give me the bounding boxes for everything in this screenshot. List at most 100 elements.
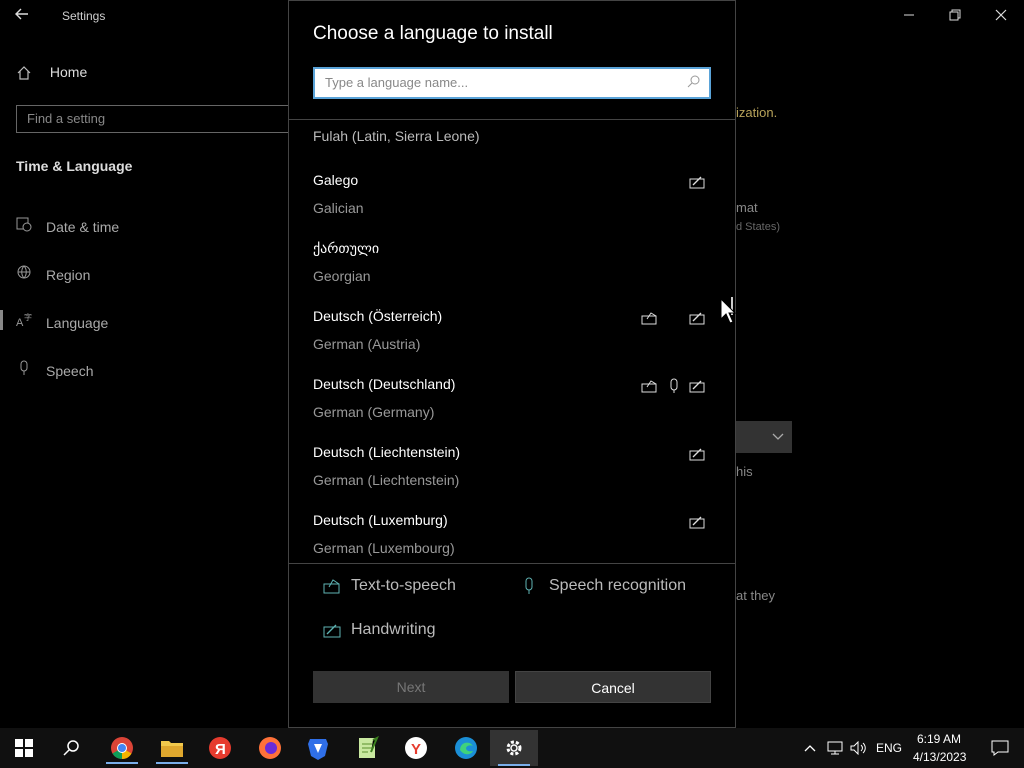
nav-item-label: Language [46,315,109,331]
mouse-cursor-icon [720,297,737,324]
language-native-name: Deutsch (Österreich) [313,308,443,324]
handwriting-icon [689,514,707,532]
clock-time[interactable]: 6:19 AM [917,732,961,746]
action-center-button[interactable] [976,732,1024,764]
list-item[interactable]: Deutsch (Österreich) German (Austria) [313,308,713,376]
volume-button[interactable] [846,732,872,764]
chevron-down-icon [772,433,784,440]
list-item[interactable]: Galego Galician [313,172,713,240]
yandex-browser-icon: Я [209,737,231,759]
language-english-name: German (Germany) [313,404,435,420]
network-button[interactable] [822,732,848,764]
handwriting-icon [689,446,707,464]
nav-item-language[interactable]: A字 Language [16,312,108,331]
taskbar: Я Y ENG 6:19 AM 4/13/2023 [0,728,1024,768]
handwriting-icon [689,310,707,328]
language-english-name: German (Liechtenstein) [313,472,460,488]
show-hidden-icons-button[interactable] [796,732,824,764]
nav-selection-indicator [0,310,3,330]
taskbar-file-explorer[interactable] [148,732,196,764]
language-native-name: ქართული [313,240,380,256]
speech-recognition-icon [521,577,541,595]
search-icon [63,740,79,756]
text-to-speech-icon [641,310,659,328]
handwriting-icon [323,621,343,639]
chrome-icon [111,737,133,759]
nav-item-label: Date & time [46,219,120,235]
input-language-indicator[interactable]: ENG [876,741,902,755]
start-button[interactable] [0,732,48,764]
calendar-clock-icon [16,216,34,235]
svg-text:字: 字 [24,312,32,322]
legend-text-to-speech: Text-to-speech [323,577,456,595]
close-button[interactable] [986,4,1016,28]
taskbar-firefox[interactable] [246,732,294,764]
list-item[interactable]: Deutsch (Deutschland) German (Germany) [313,376,713,444]
restore-button[interactable] [940,4,970,28]
language-native-name: Deutsch (Deutschland) [313,376,456,392]
next-button[interactable]: Next [313,671,509,703]
settings-search-input[interactable]: Find a setting [16,105,298,133]
taskbar-yandex[interactable]: Y [392,732,440,764]
language-search-input[interactable] [315,69,665,95]
taskbar-edge[interactable] [442,732,490,764]
clock-date[interactable]: 4/13/2023 [913,750,966,764]
language-english-name: Georgian [313,268,371,284]
choose-language-dialog: Choose a language to install Fulah (Lati… [288,0,736,728]
cancel-button[interactable]: Cancel [515,671,711,703]
background-text: his [736,464,753,479]
nav-item-date-time[interactable]: Date & time [16,216,119,235]
taskbar-search-button[interactable] [48,732,96,764]
settings-search-placeholder: Find a setting [27,111,106,126]
folder-icon [161,741,183,757]
legend-label: Speech recognition [549,577,686,595]
nav-item-label: Region [46,267,91,283]
nav-item-speech[interactable]: Speech [16,360,93,379]
list-item[interactable]: Deutsch (Luxemburg) German (Luxembourg) [313,512,713,562]
window-title: Settings [62,9,106,23]
home-icon [17,66,31,80]
background-text: at they [736,588,776,603]
divider [289,563,735,564]
back-arrow-icon[interactable] [14,6,34,26]
dialog-title: Choose a language to install [313,23,553,44]
notification-icon [991,740,1009,756]
taskbar-chrome[interactable] [98,732,146,764]
edge-icon [455,737,477,759]
language-search-field[interactable] [313,67,711,99]
search-icon[interactable] [687,74,703,90]
language-icon: A字 [16,312,34,331]
svg-text:Я: Я [215,741,226,758]
gear-icon [506,740,522,756]
handwriting-icon [689,174,707,192]
section-title: Time & Language [16,158,133,174]
handwriting-icon [689,378,707,396]
language-native-name: Deutsch (Liechtenstein) [313,444,461,460]
taskbar-notepad-plus-plus[interactable] [344,732,392,764]
language-list: Fulah (Latin, Sierra Leone) Galego Galic… [289,120,735,562]
running-indicator [498,764,530,766]
background-dropdown[interactable] [736,421,792,453]
language-native-name: Fulah (Latin, Sierra Leone) [313,128,480,144]
taskbar-yandex-browser[interactable]: Я [196,732,244,764]
taskbar-settings[interactable] [490,730,538,766]
legend-speech-recognition: Speech recognition [521,577,686,595]
svg-text:A: A [16,317,24,328]
notepad-plus-plus-icon [359,736,379,758]
network-icon [827,741,843,755]
running-indicator [156,762,188,764]
svg-text:Y: Y [411,741,421,758]
taskbar-brave[interactable] [294,732,342,764]
list-item[interactable]: Fulah (Latin, Sierra Leone) [313,120,713,154]
nav-home[interactable]: Home [16,64,87,81]
yandex-icon: Y [405,737,427,759]
brave-icon [308,739,328,760]
legend-label: Text-to-speech [351,577,456,595]
minimize-button[interactable] [894,4,924,28]
list-item[interactable]: ქართული Georgian [313,240,713,308]
list-item[interactable]: Deutsch (Liechtenstein) German (Liechten… [313,444,713,512]
language-native-name: Deutsch (Luxemburg) [313,512,448,528]
language-english-name: Galician [313,200,364,216]
nav-item-region[interactable]: Region [16,264,90,283]
language-english-name: German (Luxembourg) [313,540,455,556]
